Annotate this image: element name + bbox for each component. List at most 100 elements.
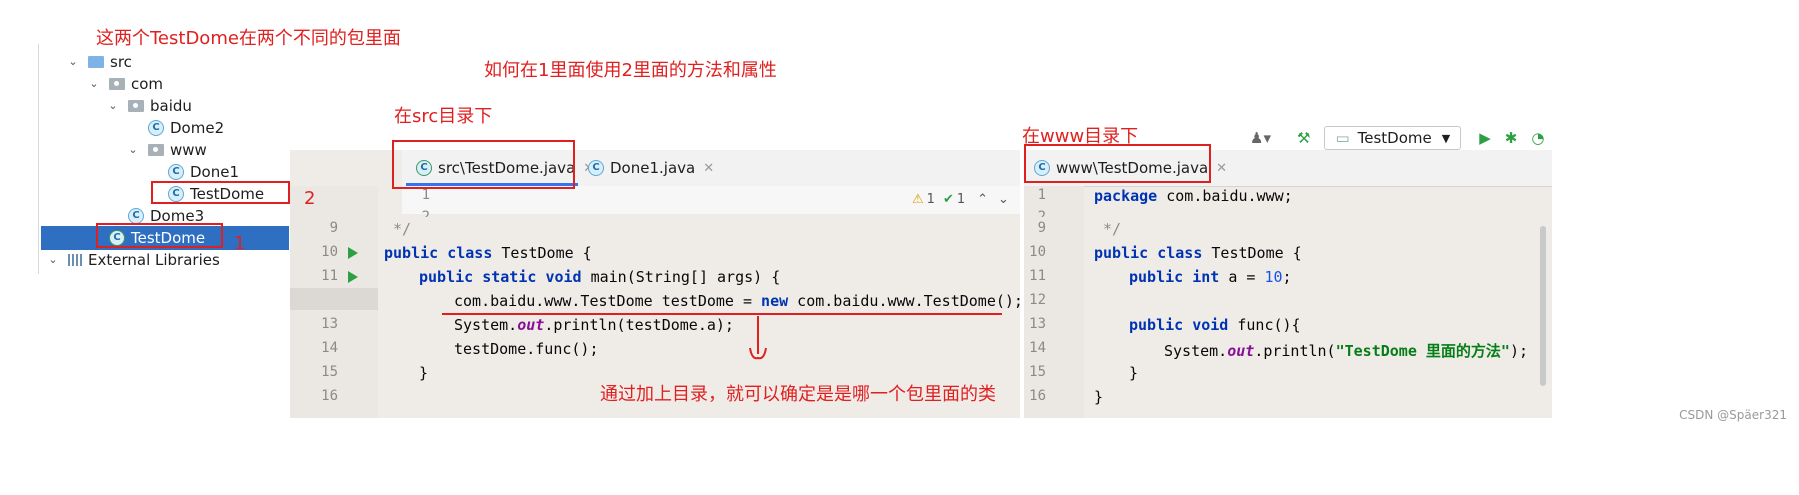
keyword: public: [1129, 268, 1184, 286]
annotation-src-label: 在src目录下: [394, 106, 493, 127]
run-toolbar: ♟▾ ⚒ ▭ TestDome ▼ ▶ ✱ ◔: [1250, 123, 1544, 153]
chevron-down-icon[interactable]: ⌄: [998, 192, 1009, 207]
highlight-box-src-tab: [392, 140, 575, 189]
chevron-up-icon[interactable]: ⌃: [977, 192, 988, 207]
code-line-11: public int a = 10;: [1129, 268, 1292, 286]
code-comment: */: [384, 220, 412, 238]
chevron-right-icon[interactable]: ⌄: [46, 248, 60, 272]
keyword: package: [1094, 187, 1158, 205]
code-text: func(){: [1228, 316, 1301, 334]
line-number: 1: [1037, 187, 1046, 203]
run-icon[interactable]: [348, 271, 358, 283]
tree-item-dome2[interactable]: C Dome2: [148, 116, 224, 140]
code-text: System.: [454, 316, 518, 334]
run-config-select[interactable]: ▭ TestDome ▼: [1324, 126, 1462, 150]
tree-item-src[interactable]: ⌄ src: [66, 50, 132, 74]
library-icon: [68, 254, 84, 266]
code-text: TestDome {: [492, 244, 592, 262]
code-line-10: public class TestDome {: [384, 244, 592, 262]
code-text: );: [1509, 342, 1528, 360]
line-number: 16: [321, 388, 338, 404]
package-icon: [148, 144, 164, 156]
tab-done1[interactable]: C Done1.java ✕: [588, 150, 714, 186]
chevron-down-icon[interactable]: ⌄: [126, 138, 140, 162]
warning-icon: ⚠: [912, 191, 924, 207]
keyword: int: [1192, 268, 1220, 286]
arrow-annotation: [749, 316, 767, 360]
code-text: com.baidu.www;: [1157, 187, 1293, 205]
line-number: 2: [421, 209, 430, 217]
chevron-down-icon[interactable]: ⌄: [87, 72, 101, 96]
line-number: 13: [1029, 316, 1046, 332]
code-comment: */: [1094, 220, 1122, 238]
code-line-16: }: [1094, 388, 1104, 406]
tab-label: Done1.java: [610, 159, 696, 177]
keyword: public: [1094, 244, 1149, 262]
keyword: class: [1157, 244, 1203, 262]
keyword: public: [384, 244, 439, 262]
run-icon[interactable]: [348, 247, 358, 259]
class-icon: C: [148, 120, 164, 136]
line-number: 14: [1029, 340, 1046, 356]
run-config-label: TestDome: [1357, 129, 1432, 147]
field: out: [1227, 342, 1255, 360]
code-line-15: }: [419, 364, 429, 382]
keyword: void: [1192, 316, 1229, 334]
keyword: public: [1129, 316, 1184, 334]
annotation-question: 如何在1里面使用2里面的方法和属性: [484, 60, 777, 81]
keyword: static: [482, 268, 537, 286]
debug-icon[interactable]: ✱: [1505, 129, 1518, 147]
close-icon[interactable]: ✕: [1216, 161, 1227, 176]
tree-item-external-libraries[interactable]: ⌄ External Libraries: [46, 248, 219, 272]
coverage-icon[interactable]: ◔: [1531, 129, 1544, 147]
chevron-down-icon[interactable]: ⌄: [106, 94, 120, 118]
warning-count: 1: [926, 191, 935, 207]
line-number: 15: [1029, 364, 1046, 380]
close-icon[interactable]: ✕: [703, 161, 714, 176]
highlight-box-www-tab: [1024, 144, 1211, 183]
annotation-bottom-note: 通过加上目录，就可以确定是是哪一个包里面的类: [600, 384, 996, 405]
line-number: 11: [321, 268, 338, 284]
tree-item-com[interactable]: ⌄ com: [87, 72, 163, 96]
line-number: 10: [1029, 244, 1046, 260]
line-number: 9: [329, 220, 338, 236]
tree-item-baidu[interactable]: ⌄ baidu: [106, 94, 192, 118]
code-line-15: }: [1129, 364, 1139, 382]
code-text: com.baidu.www.TestDome();: [788, 292, 1023, 310]
code-text: TestDome {: [1202, 244, 1302, 262]
code-text: com.baidu.www.TestDome testDome =: [454, 292, 762, 310]
watermark: CSDN @Späer321: [1679, 408, 1787, 422]
code-text: ;: [1282, 268, 1292, 286]
chevron-down-icon: ▼: [1441, 131, 1451, 145]
annotation-num-2: 2: [304, 188, 316, 209]
tree-item-label: com: [131, 75, 164, 93]
highlight-box-testdome-src: [96, 223, 223, 248]
line-number: 11: [1029, 268, 1046, 284]
tree-item-www[interactable]: ⌄ www: [126, 138, 206, 162]
code-text: .println(: [1254, 342, 1336, 360]
inspection-widget[interactable]: ⚠ 1 ✔ 1 ⌃ ⌄: [912, 188, 1009, 210]
check-icon: ✔: [942, 191, 954, 207]
field: out: [517, 316, 545, 334]
line-number: 12: [1029, 292, 1046, 308]
line-number: 2: [1037, 209, 1046, 217]
code-line-13: public void func(){: [1129, 316, 1301, 334]
code-line-14: testDome.func();: [454, 340, 599, 358]
run-icon[interactable]: ▶: [1479, 129, 1491, 147]
highlight-box-testdome-www: [151, 181, 290, 204]
number: 10: [1264, 268, 1283, 286]
code-line-11: public static void main(String[] args) {: [419, 268, 780, 286]
package-icon: [109, 78, 125, 90]
line-number: 10: [321, 244, 338, 260]
user-icon[interactable]: ♟▾: [1250, 129, 1271, 147]
build-hammer-icon[interactable]: ⚒: [1297, 129, 1310, 147]
class-icon: C: [128, 208, 144, 224]
line-number: 13: [321, 316, 338, 332]
code-line-12: com.baidu.www.TestDome testDome = new co…: [454, 292, 1023, 310]
line-number: 9: [1037, 220, 1046, 236]
tree-item-label: baidu: [150, 97, 192, 115]
line-number: 14: [321, 340, 338, 356]
chevron-down-icon[interactable]: ⌄: [66, 50, 80, 74]
code-line-14: System.out.println("TestDome 里面的方法");: [1164, 340, 1528, 361]
scrollbar[interactable]: [1540, 226, 1546, 386]
